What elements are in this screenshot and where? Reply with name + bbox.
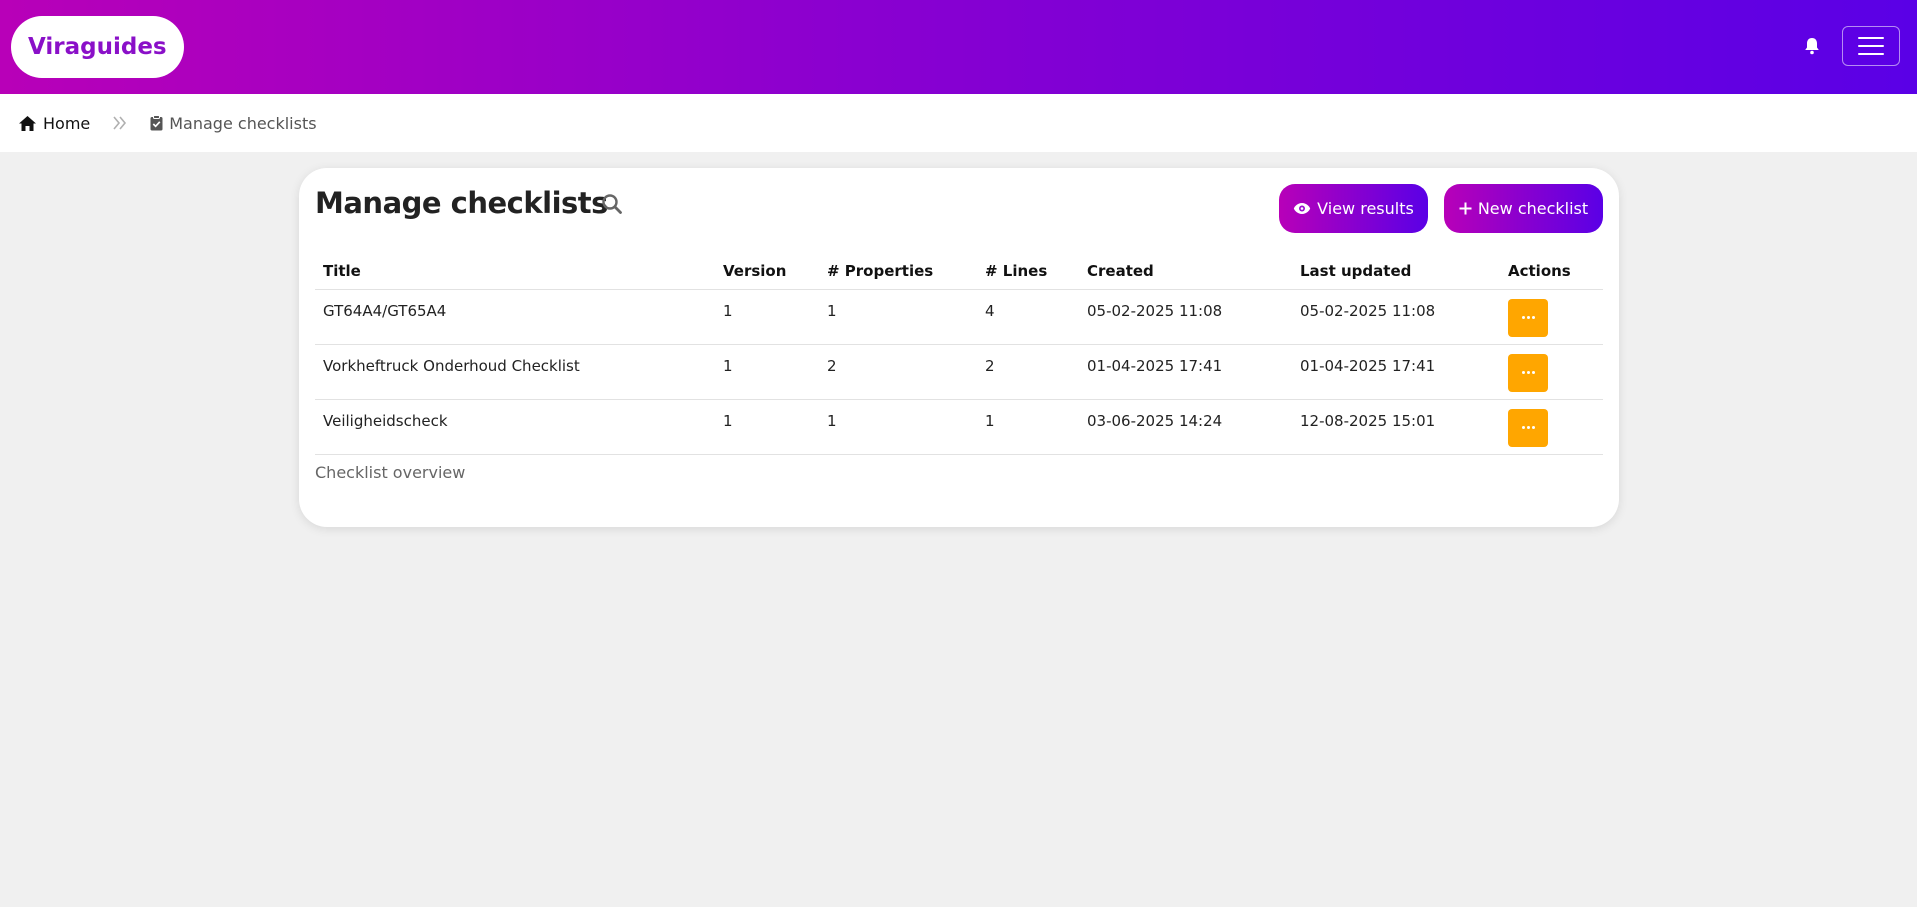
column-header-lines[interactable]: # Lines (977, 254, 1079, 290)
ellipsis-icon (1526, 371, 1530, 374)
column-header-properties[interactable]: # Properties (819, 254, 977, 290)
cell-created: 05-02-2025 11:08 (1079, 289, 1292, 345)
table-header-row: Title Version # Properties # Lines Creat… (315, 254, 1603, 290)
bell-icon[interactable] (1804, 37, 1820, 55)
hamburger-icon-line (1858, 53, 1884, 55)
cell-title: Vorkheftruck Onderhoud Checklist (315, 344, 715, 400)
cell-properties: 2 (819, 344, 977, 400)
row-actions-button[interactable] (1508, 298, 1548, 337)
cell-version: 1 (715, 399, 819, 455)
cell-title: GT64A4/GT65A4 (315, 289, 715, 345)
cell-actions (1500, 399, 1603, 455)
page-title: Manage checklists (315, 186, 608, 220)
eye-icon (1293, 203, 1311, 214)
cell-actions (1500, 344, 1603, 400)
cell-lines: 4 (977, 289, 1079, 345)
cell-version: 1 (715, 289, 819, 345)
ellipsis-icon (1526, 426, 1530, 429)
cell-properties: 1 (819, 289, 977, 345)
ellipsis-icon (1531, 371, 1535, 374)
cell-last-updated: 01-04-2025 17:41 (1292, 344, 1500, 400)
view-results-label: View results (1317, 199, 1414, 218)
table-caption: Checklist overview (315, 463, 466, 482)
ellipsis-icon (1531, 316, 1535, 319)
row-actions-button[interactable] (1508, 353, 1548, 392)
cell-actions (1500, 289, 1603, 345)
search-icon[interactable] (601, 193, 623, 215)
clipboard-check-icon (150, 115, 163, 131)
ellipsis-icon (1521, 426, 1525, 429)
column-header-version[interactable]: Version (715, 254, 819, 290)
chevron-double-right-icon (112, 116, 128, 130)
column-header-actions: Actions (1500, 254, 1603, 290)
checklists-table: Title Version # Properties # Lines Creat… (315, 254, 1603, 455)
breadcrumb-current-label: Manage checklists (169, 113, 317, 133)
breadcrumb-current: Manage checklists (150, 113, 317, 133)
ellipsis-icon (1521, 371, 1525, 374)
cell-version: 1 (715, 344, 819, 400)
plus-icon (1459, 202, 1472, 215)
ellipsis-icon (1521, 316, 1525, 319)
cell-lines: 1 (977, 399, 1079, 455)
cell-created: 01-04-2025 17:41 (1079, 344, 1292, 400)
new-checklist-label: New checklist (1477, 199, 1589, 218)
cell-title: Veiligheidscheck (315, 399, 715, 455)
top-navbar: Viraguides (0, 0, 1917, 94)
row-actions-button[interactable] (1508, 408, 1548, 447)
table-row[interactable]: GT64A4/GT65A4 1 1 4 05-02-2025 11:08 05-… (315, 289, 1603, 345)
home-icon (19, 115, 36, 131)
brand-logo[interactable]: Viraguides (11, 16, 184, 78)
table-row[interactable]: Veiligheidscheck 1 1 1 03-06-2025 14:24 … (315, 399, 1603, 455)
new-checklist-button[interactable]: New checklist (1444, 184, 1603, 233)
breadcrumb-home-label: Home (43, 113, 91, 133)
hamburger-icon-line (1858, 37, 1884, 39)
ellipsis-icon (1526, 316, 1530, 319)
column-header-title[interactable]: Title (315, 254, 715, 290)
cell-lines: 2 (977, 344, 1079, 400)
view-results-button[interactable]: View results (1279, 184, 1428, 233)
menu-toggle-button[interactable] (1842, 26, 1900, 66)
cell-created: 03-06-2025 14:24 (1079, 399, 1292, 455)
checklists-card: Manage checklists View results New check… (299, 168, 1619, 527)
breadcrumb: Home Manage checklists (0, 94, 1917, 152)
column-header-created[interactable]: Created (1079, 254, 1292, 290)
hamburger-icon-line (1858, 45, 1884, 47)
column-header-last-updated[interactable]: Last updated (1292, 254, 1500, 290)
ellipsis-icon (1531, 426, 1535, 429)
cell-last-updated: 05-02-2025 11:08 (1292, 289, 1500, 345)
cell-last-updated: 12-08-2025 15:01 (1292, 399, 1500, 455)
breadcrumb-home[interactable]: Home (18, 114, 90, 133)
table-row[interactable]: Vorkheftruck Onderhoud Checklist 1 2 2 0… (315, 344, 1603, 400)
cell-properties: 1 (819, 399, 977, 455)
